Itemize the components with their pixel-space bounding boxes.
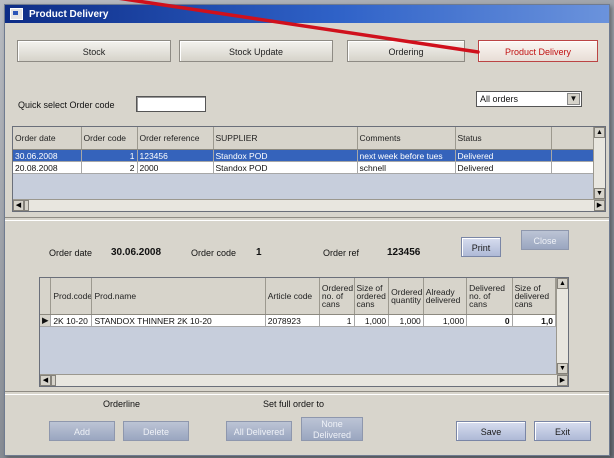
scroll-thumb[interactable]	[51, 375, 56, 386]
col-supplier[interactable]: SUPPLIER	[213, 127, 358, 150]
all-delivered-button[interactable]: All Delivered	[226, 421, 292, 441]
section-divider	[5, 217, 609, 221]
set-full-order-label: Set full order to	[263, 399, 325, 409]
cell-order-date[interactable]: 20.08.2008	[13, 161, 82, 174]
add-button[interactable]: Add	[49, 421, 115, 441]
scroll-thumb[interactable]	[24, 200, 29, 211]
footer-divider	[5, 391, 609, 395]
lines-header-row: Prod.code Prod.name Article code Ordered…	[40, 278, 557, 315]
order-row[interactable]: 30.06.2008 1 123456 Standox POD next wee…	[13, 149, 597, 162]
arrow-down-icon[interactable]: ▼	[594, 188, 605, 199]
orders-vertical-scrollbar[interactable]: ▲ ▼	[593, 127, 605, 199]
tab-stock[interactable]: Stock	[17, 40, 171, 62]
chevron-down-icon[interactable]: ▼	[567, 93, 580, 105]
arrow-up-icon[interactable]: ▲	[557, 278, 568, 289]
cell-order-date[interactable]: 30.06.2008	[13, 149, 82, 162]
quick-select-input[interactable]	[136, 96, 206, 112]
cell-filler	[551, 161, 597, 174]
cell-order-reference[interactable]: 123456	[137, 149, 214, 162]
col-order-date[interactable]: Order date	[13, 127, 82, 150]
cell-size-delivered[interactable]: 1,0	[512, 314, 557, 327]
cell-filler	[551, 149, 597, 162]
order-date-value: 30.06.2008	[111, 247, 162, 258]
product-delivery-window: Product Delivery Stock Stock Update Orde…	[4, 4, 610, 456]
col-ordered-no[interactable]: Ordered no. of cans	[319, 278, 355, 315]
col-delivered-no[interactable]: Delivered no. of cans	[466, 278, 513, 315]
col-order-reference[interactable]: Order reference	[137, 127, 214, 150]
order-code-value: 1	[256, 247, 262, 258]
tab-product-delivery[interactable]: Product Delivery	[478, 40, 598, 62]
app-icon	[10, 8, 23, 20]
tab-ordering[interactable]: Ordering	[347, 40, 465, 62]
title-bar: Product Delivery	[5, 5, 609, 23]
orders-horizontal-scrollbar[interactable]: ◀ ▶	[13, 199, 605, 211]
quick-select-label: Quick select Order code	[18, 100, 115, 110]
orderline-label: Orderline	[103, 399, 141, 409]
order-row[interactable]: 20.08.2008 2 2000 Standox POD schnell De…	[13, 161, 597, 174]
col-order-code[interactable]: Order code	[81, 127, 138, 150]
window-title: Product Delivery	[29, 8, 109, 20]
cell-supplier[interactable]: Standox POD	[213, 161, 358, 174]
print-button[interactable]: Print	[461, 237, 501, 257]
order-status-filter[interactable]: All orders ▼	[476, 91, 582, 107]
cell-comments[interactable]: next week before tues	[357, 149, 456, 162]
order-date-label: Order date	[49, 248, 93, 258]
col-filler	[551, 127, 597, 150]
order-code-label: Order code	[191, 248, 237, 258]
row-pointer-icon: ▶	[40, 314, 52, 327]
col-article-code[interactable]: Article code	[265, 278, 320, 315]
arrow-up-icon[interactable]: ▲	[594, 127, 605, 138]
cell-order-reference[interactable]: 2000	[137, 161, 214, 174]
arrow-right-icon[interactable]: ▶	[594, 200, 605, 211]
col-ordered-qty[interactable]: Ordered quantity	[388, 278, 424, 315]
col-size-ordered[interactable]: Size of ordered cans	[354, 278, 390, 315]
col-comments[interactable]: Comments	[357, 127, 456, 150]
cell-ordered-no[interactable]: 1	[319, 314, 355, 327]
cell-delivered-no[interactable]: 0	[466, 314, 513, 327]
lines-vertical-scrollbar[interactable]: ▲ ▼	[556, 278, 568, 374]
module-tabs: Stock Stock Update Ordering Product Deli…	[11, 33, 603, 69]
cell-order-code[interactable]: 1	[81, 149, 138, 162]
cell-ordered-qty[interactable]: 1,000	[388, 314, 424, 327]
cell-prod-code[interactable]: 2K 10-20	[50, 314, 93, 327]
cell-status[interactable]: Delivered	[455, 161, 552, 174]
col-already-delivered[interactable]: Already delivered	[423, 278, 468, 315]
arrow-right-icon[interactable]: ▶	[557, 375, 568, 386]
arrow-down-icon[interactable]: ▼	[557, 363, 568, 374]
order-ref-value: 123456	[387, 247, 421, 258]
cell-already-delivered[interactable]: 1,000	[423, 314, 468, 327]
cell-status[interactable]: Delivered	[455, 149, 552, 162]
col-prod-name[interactable]: Prod.name	[91, 278, 266, 315]
orders-header-row: Order date Order code Order reference SU…	[13, 127, 597, 150]
tab-stock-update[interactable]: Stock Update	[179, 40, 333, 62]
delete-button[interactable]: Delete	[123, 421, 189, 441]
order-status-filter-value: All orders	[480, 94, 519, 104]
lines-horizontal-scrollbar[interactable]: ◀ ▶	[40, 374, 568, 386]
cell-size-ordered[interactable]: 1,000	[354, 314, 390, 327]
col-status[interactable]: Status	[455, 127, 552, 150]
arrow-left-icon[interactable]: ◀	[13, 200, 24, 211]
order-line-row[interactable]: ▶ 2K 10-20 STANDOX THINNER 2K 10-20 2078…	[40, 314, 557, 327]
col-row-marker	[40, 278, 52, 315]
arrow-left-icon[interactable]: ◀	[40, 375, 51, 386]
none-delivered-button[interactable]: None Delivered	[301, 417, 363, 441]
cell-order-code[interactable]: 2	[81, 161, 138, 174]
order-lines-table: Prod.code Prod.name Article code Ordered…	[39, 277, 569, 387]
order-ref-label: Order ref	[323, 248, 360, 258]
close-button[interactable]: Close	[521, 230, 569, 250]
cell-article-code[interactable]: 2078923	[265, 314, 320, 327]
cell-supplier[interactable]: Standox POD	[213, 149, 358, 162]
save-button[interactable]: Save	[456, 421, 526, 441]
col-size-delivered[interactable]: Size of delivered cans	[512, 278, 557, 315]
cell-comments[interactable]: schnell	[357, 161, 456, 174]
cell-prod-name[interactable]: STANDOX THINNER 2K 10-20	[91, 314, 266, 327]
exit-button[interactable]: Exit	[534, 421, 591, 441]
col-prod-code[interactable]: Prod.code	[50, 278, 93, 315]
orders-table: Order date Order code Order reference SU…	[12, 126, 606, 212]
